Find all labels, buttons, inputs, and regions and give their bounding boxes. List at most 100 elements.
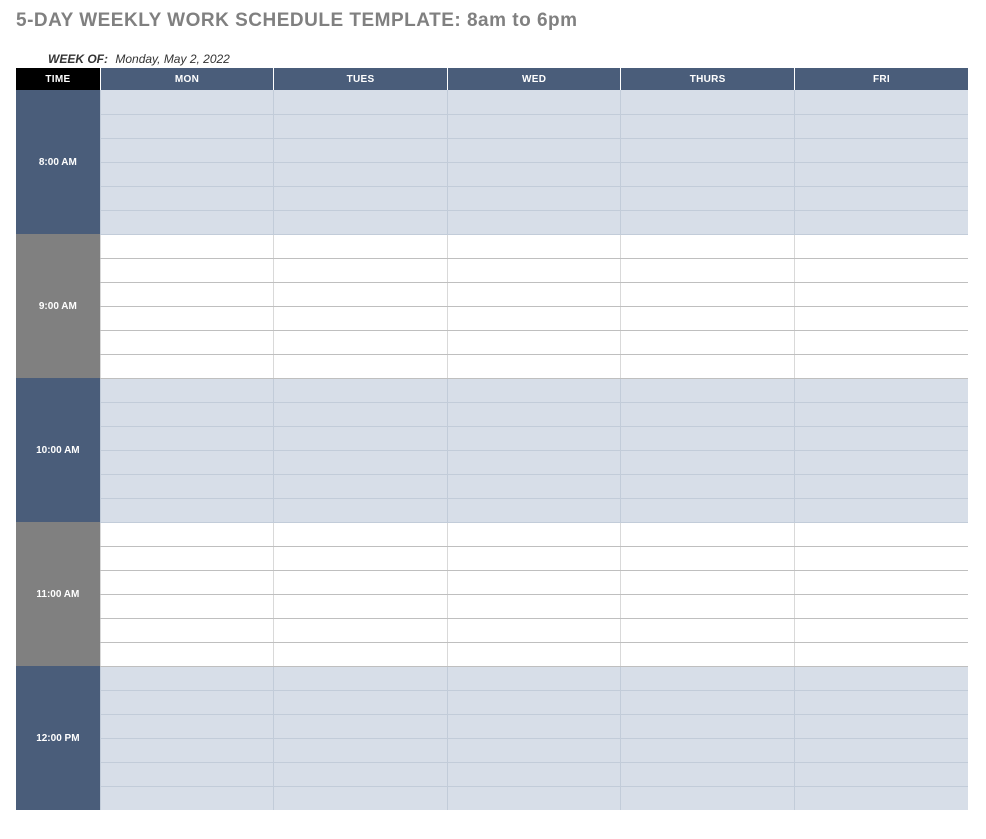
schedule-cell[interactable] [621, 714, 795, 738]
schedule-cell[interactable] [621, 594, 795, 618]
schedule-cell[interactable] [447, 354, 621, 378]
schedule-cell[interactable] [100, 138, 274, 162]
schedule-cell[interactable] [274, 786, 448, 810]
schedule-cell[interactable] [274, 474, 448, 498]
schedule-cell[interactable] [621, 642, 795, 666]
schedule-cell[interactable] [274, 234, 448, 258]
schedule-cell[interactable] [794, 762, 968, 786]
schedule-cell[interactable] [621, 690, 795, 714]
schedule-cell[interactable] [621, 114, 795, 138]
schedule-cell[interactable] [447, 378, 621, 402]
schedule-cell[interactable] [100, 258, 274, 282]
schedule-cell[interactable] [621, 570, 795, 594]
schedule-cell[interactable] [621, 234, 795, 258]
schedule-cell[interactable] [274, 642, 448, 666]
schedule-cell[interactable] [794, 570, 968, 594]
schedule-cell[interactable] [100, 666, 274, 690]
schedule-cell[interactable] [794, 522, 968, 546]
schedule-cell[interactable] [621, 378, 795, 402]
schedule-cell[interactable] [794, 186, 968, 210]
schedule-cell[interactable] [794, 354, 968, 378]
schedule-cell[interactable] [621, 354, 795, 378]
schedule-cell[interactable] [794, 282, 968, 306]
schedule-cell[interactable] [621, 546, 795, 570]
schedule-cell[interactable] [447, 450, 621, 474]
schedule-cell[interactable] [100, 786, 274, 810]
schedule-cell[interactable] [447, 642, 621, 666]
schedule-cell[interactable] [621, 162, 795, 186]
schedule-cell[interactable] [274, 306, 448, 330]
schedule-cell[interactable] [447, 474, 621, 498]
schedule-cell[interactable] [447, 234, 621, 258]
schedule-cell[interactable] [447, 786, 621, 810]
schedule-cell[interactable] [100, 306, 274, 330]
schedule-cell[interactable] [621, 258, 795, 282]
schedule-cell[interactable] [100, 690, 274, 714]
schedule-cell[interactable] [794, 210, 968, 234]
schedule-cell[interactable] [274, 330, 448, 354]
schedule-cell[interactable] [621, 786, 795, 810]
schedule-cell[interactable] [447, 330, 621, 354]
schedule-cell[interactable] [794, 450, 968, 474]
schedule-cell[interactable] [274, 450, 448, 474]
schedule-cell[interactable] [794, 642, 968, 666]
schedule-cell[interactable] [100, 618, 274, 642]
schedule-cell[interactable] [274, 570, 448, 594]
schedule-cell[interactable] [447, 666, 621, 690]
schedule-cell[interactable] [100, 642, 274, 666]
schedule-cell[interactable] [100, 714, 274, 738]
schedule-cell[interactable] [794, 786, 968, 810]
schedule-cell[interactable] [274, 258, 448, 282]
schedule-cell[interactable] [794, 306, 968, 330]
schedule-cell[interactable] [100, 738, 274, 762]
schedule-cell[interactable] [447, 258, 621, 282]
schedule-cell[interactable] [100, 114, 274, 138]
schedule-cell[interactable] [447, 90, 621, 114]
schedule-cell[interactable] [274, 546, 448, 570]
schedule-cell[interactable] [274, 186, 448, 210]
schedule-cell[interactable] [794, 546, 968, 570]
schedule-cell[interactable] [794, 690, 968, 714]
schedule-cell[interactable] [621, 762, 795, 786]
schedule-cell[interactable] [274, 210, 448, 234]
schedule-cell[interactable] [621, 138, 795, 162]
schedule-cell[interactable] [621, 450, 795, 474]
schedule-cell[interactable] [621, 90, 795, 114]
schedule-cell[interactable] [447, 594, 621, 618]
schedule-cell[interactable] [794, 90, 968, 114]
schedule-cell[interactable] [447, 162, 621, 186]
schedule-cell[interactable] [447, 690, 621, 714]
schedule-cell[interactable] [794, 234, 968, 258]
schedule-cell[interactable] [100, 594, 274, 618]
schedule-cell[interactable] [100, 354, 274, 378]
schedule-cell[interactable] [274, 690, 448, 714]
schedule-cell[interactable] [274, 666, 448, 690]
schedule-cell[interactable] [621, 210, 795, 234]
schedule-cell[interactable] [100, 474, 274, 498]
schedule-cell[interactable] [447, 210, 621, 234]
schedule-cell[interactable] [794, 738, 968, 762]
schedule-cell[interactable] [447, 762, 621, 786]
schedule-cell[interactable] [100, 282, 274, 306]
schedule-cell[interactable] [621, 306, 795, 330]
schedule-cell[interactable] [794, 426, 968, 450]
schedule-cell[interactable] [274, 282, 448, 306]
schedule-cell[interactable] [447, 546, 621, 570]
schedule-cell[interactable] [621, 474, 795, 498]
schedule-cell[interactable] [274, 354, 448, 378]
schedule-cell[interactable] [621, 498, 795, 522]
schedule-cell[interactable] [100, 402, 274, 426]
schedule-cell[interactable] [274, 738, 448, 762]
schedule-cell[interactable] [274, 618, 448, 642]
schedule-cell[interactable] [100, 90, 274, 114]
schedule-cell[interactable] [621, 738, 795, 762]
schedule-cell[interactable] [100, 426, 274, 450]
schedule-cell[interactable] [621, 186, 795, 210]
schedule-cell[interactable] [621, 666, 795, 690]
schedule-cell[interactable] [794, 114, 968, 138]
schedule-cell[interactable] [447, 618, 621, 642]
schedule-cell[interactable] [794, 666, 968, 690]
schedule-cell[interactable] [447, 426, 621, 450]
schedule-cell[interactable] [100, 498, 274, 522]
schedule-cell[interactable] [100, 762, 274, 786]
